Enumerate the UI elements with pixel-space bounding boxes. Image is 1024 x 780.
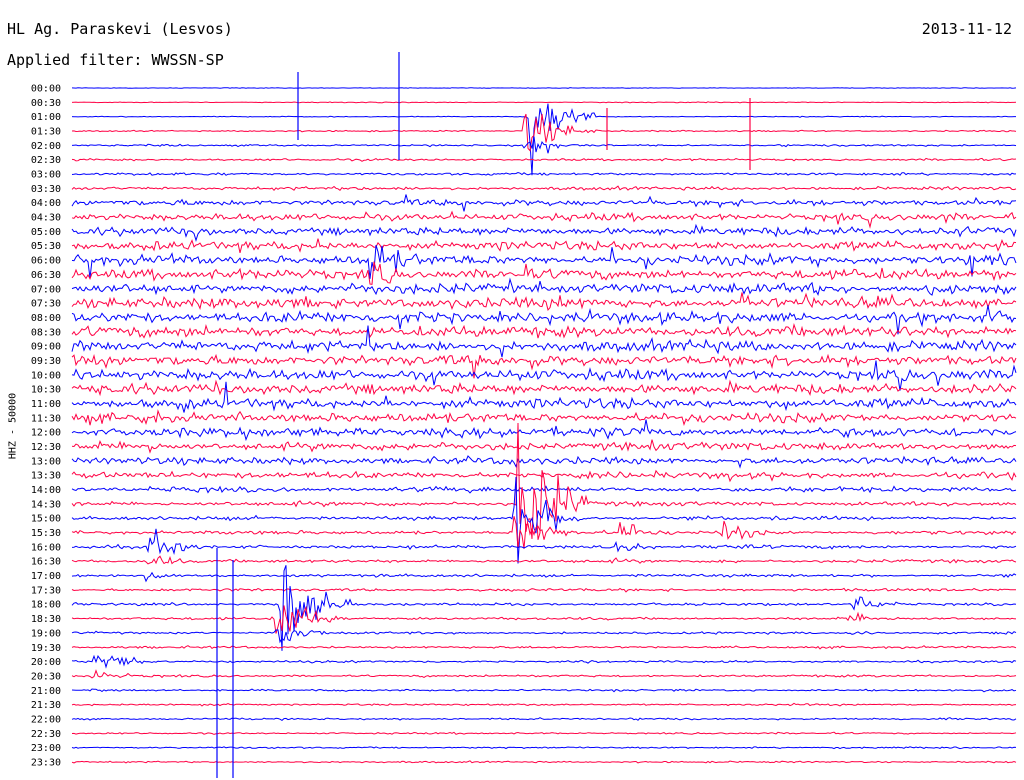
time-tick-label: 14:00 (31, 485, 61, 496)
time-tick-label: 13:00 (31, 456, 61, 467)
trace-layer (71, 52, 1017, 778)
time-tick-label: 18:00 (31, 600, 61, 611)
trace-row (71, 629, 1017, 644)
time-tick-label: 20:30 (31, 671, 61, 682)
time-tick-label: 21:00 (31, 686, 61, 697)
time-tick-label: 16:30 (31, 557, 61, 568)
time-tick-labels: 00:00 00:30 01:00 01:30 02:00 02:30 03:00 03:30… (31, 84, 61, 769)
time-tick-label: 12:00 (31, 428, 61, 439)
trace-row (71, 717, 1017, 722)
trace-row (71, 571, 1017, 583)
time-tick-label: 09:00 (31, 342, 61, 353)
time-tick-label: 18:30 (31, 614, 61, 625)
trace-row (71, 185, 1017, 192)
time-tick-label: 15:30 (31, 528, 61, 539)
trace-row (71, 516, 1017, 549)
time-tick-label: 10:00 (31, 370, 61, 381)
time-tick-label: 07:00 (31, 284, 61, 295)
trace-row (71, 485, 1017, 494)
time-tick-label: 19:00 (31, 628, 61, 639)
time-tick-label: 00:30 (31, 98, 61, 109)
time-tick-label: 02:30 (31, 155, 61, 166)
time-tick-label: 14:30 (31, 499, 61, 510)
trace-row (71, 645, 1017, 650)
time-tick-label: 03:30 (31, 184, 61, 195)
time-tick-label: 11:30 (31, 413, 61, 424)
trace-row (71, 669, 1017, 679)
trace-row (71, 746, 1017, 750)
time-tick-label: 01:30 (31, 127, 61, 138)
time-tick-label: 17:00 (31, 571, 61, 582)
time-tick-label: 10:30 (31, 385, 61, 396)
trace-row (71, 702, 1017, 707)
time-tick-label: 04:00 (31, 198, 61, 209)
time-tick-label: 06:00 (31, 256, 61, 267)
time-tick-label: 23:30 (31, 757, 61, 768)
trace-row (71, 760, 1017, 764)
trace-row (71, 277, 1017, 297)
trace-row (71, 103, 1016, 176)
time-tick-label: 08:00 (31, 313, 61, 324)
trace-row (71, 223, 1017, 243)
trace-row (71, 157, 1017, 162)
time-tick-label: 12:30 (31, 442, 61, 453)
time-tick-label: 19:30 (31, 643, 61, 654)
time-tick-label: 08:30 (31, 327, 61, 338)
time-tick-label: 11:00 (31, 399, 61, 410)
trace-row (71, 419, 1017, 442)
trace-row (71, 292, 1017, 311)
time-tick-label: 15:00 (31, 514, 61, 525)
trace-row (71, 261, 1017, 285)
time-tick-label: 22:00 (31, 714, 61, 725)
time-tick-label: 03:00 (31, 170, 61, 181)
trace-row (71, 210, 1017, 229)
trace-row (71, 238, 1017, 254)
trace-row (71, 439, 1017, 454)
trace-row (71, 731, 1017, 735)
time-tick-label: 05:00 (31, 227, 61, 238)
time-tick-label: 20:00 (31, 657, 61, 668)
time-tick-label: 00:00 (31, 84, 61, 95)
time-tick-label: 09:30 (31, 356, 61, 367)
time-tick-label: 01:00 (31, 112, 61, 123)
trace-row (71, 654, 1017, 669)
time-tick-label: 21:30 (31, 700, 61, 711)
time-tick-label: 02:00 (31, 141, 61, 152)
trace-row (71, 136, 1017, 154)
trace-row (71, 305, 1017, 335)
trace-row (71, 605, 1017, 634)
trace-row (71, 455, 1017, 469)
trace-row (71, 555, 1017, 565)
trace-row (71, 353, 1017, 379)
trace-row (71, 194, 1017, 212)
trace-row (71, 565, 1017, 651)
time-tick-label: 23:00 (31, 743, 61, 754)
trace-row (71, 422, 1017, 540)
time-tick-label: 04:30 (31, 213, 61, 224)
time-tick-label: 06:30 (31, 270, 61, 281)
trace-row (71, 171, 1017, 176)
trace-row (71, 87, 1017, 89)
time-tick-label: 17:30 (31, 585, 61, 596)
trace-row (71, 325, 1017, 358)
time-tick-label: 07:30 (31, 299, 61, 310)
trace-row (71, 101, 1017, 104)
trace-row (71, 409, 1017, 427)
seismogram-helicorder: 00:00 00:30 01:00 01:30 02:00 02:30 03:00 03:30… (31, 52, 1017, 778)
time-tick-label: 22:30 (31, 729, 61, 740)
trace-row (71, 379, 1017, 397)
trace-row (71, 587, 1017, 593)
trace-row (71, 322, 1017, 339)
trace-row (71, 688, 1017, 693)
time-tick-label: 13:30 (31, 471, 61, 482)
time-tick-label: 16:00 (31, 542, 61, 553)
time-tick-label: 05:30 (31, 241, 61, 252)
